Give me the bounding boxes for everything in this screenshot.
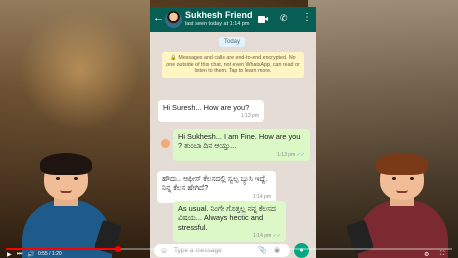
last-seen-status: last seen today at 1:14 pm <box>185 21 250 27</box>
message-outgoing[interactable]: Hi Sukhesh... I am Fine. How are you ? ತ… <box>173 129 310 161</box>
message-text: As usual. ನಿಂಗೇ ಗೊತ್ತಲ್ಲ ನನ್ನ ಕೆಲಸದ ವಿಷಯ… <box>178 204 276 232</box>
video-scrubber-handle[interactable] <box>114 246 121 252</box>
message-time: 1:13 pm <box>240 113 259 120</box>
video-progress-fill <box>6 248 118 250</box>
encryption-notice[interactable]: 🔒 Messages and calls are end-to-end encr… <box>162 52 304 78</box>
message-time: 1:13 pm <box>277 151 296 158</box>
video-call-icon[interactable] <box>258 16 268 23</box>
whatsapp-chat-screen: ← Sukhesh Friend last seen today at 1:14… <box>150 7 316 258</box>
message-text: Hi Sukhesh... I am Fine. How are you ? ತ… <box>178 132 301 151</box>
video-progress-bar[interactable] <box>6 246 452 252</box>
message-incoming[interactable]: ಹೌದು.. ಆಫೀಸ್ ಕೆಲಸದಲ್ಲಿ ಸ್ವಲ್ಪ ಬ್ಯುಸಿ ಇದ್… <box>157 171 276 203</box>
cursor-highlight <box>161 139 170 148</box>
read-receipt-icon: ✓✓ <box>296 151 305 158</box>
video-frame[interactable]: ← Sukhesh Friend last seen today at 1:14… <box>0 0 458 258</box>
read-receipt-icon: ✓✓ <box>272 233 281 240</box>
message-input-bar: ☺ Type a message 📎 ◉ ● <box>150 243 316 258</box>
character-right <box>345 150 458 258</box>
date-chip: Today <box>219 37 246 47</box>
more-vert-icon[interactable]: ⋮ <box>302 13 312 23</box>
phone-icon[interactable]: ✆ <box>280 14 288 23</box>
fullscreen-icon[interactable]: ⛶ <box>440 251 444 258</box>
character-hair <box>40 153 92 175</box>
message-text: Hi Suresh... How are you? <box>163 103 250 112</box>
play-icon[interactable]: ▶ <box>7 251 12 258</box>
gear-icon[interactable]: ⚙ <box>424 251 429 258</box>
character-hair <box>376 153 428 175</box>
contact-name[interactable]: Sukhesh Friend <box>185 10 253 20</box>
message-text: ಹೌದು.. ಆಫೀಸ್ ಕೆಲಸದಲ್ಲಿ ಸ್ವಲ್ಪ ಬ್ಯುಸಿ ಇದ್… <box>162 174 268 193</box>
back-arrow-icon[interactable]: ← <box>153 13 164 24</box>
next-icon[interactable]: ⏭ <box>17 251 22 258</box>
message-time: 1:14 pm <box>253 233 272 240</box>
message-outgoing[interactable]: As usual. ನಿಂಗೇ ಗೊತ್ತಲ್ಲ ನನ್ನ ಕೆಲಸದ ವಿಷಯ… <box>173 201 286 243</box>
message-input[interactable]: ☺ Type a message 📎 ◉ <box>154 244 290 257</box>
message-time: 1:14 pm <box>252 193 271 200</box>
message-incoming[interactable]: Hi Suresh... How are you? 1:13 pm <box>158 100 264 123</box>
video-time: 0:55 / 1:20 <box>38 251 62 257</box>
mic-icon[interactable]: ● <box>294 243 309 258</box>
contact-avatar[interactable] <box>165 11 182 28</box>
chat-header: ← Sukhesh Friend last seen today at 1:14… <box>150 7 316 32</box>
background-lamp-glow <box>20 10 140 130</box>
volume-icon[interactable]: 🔊 <box>27 251 34 258</box>
character-left <box>12 150 123 258</box>
